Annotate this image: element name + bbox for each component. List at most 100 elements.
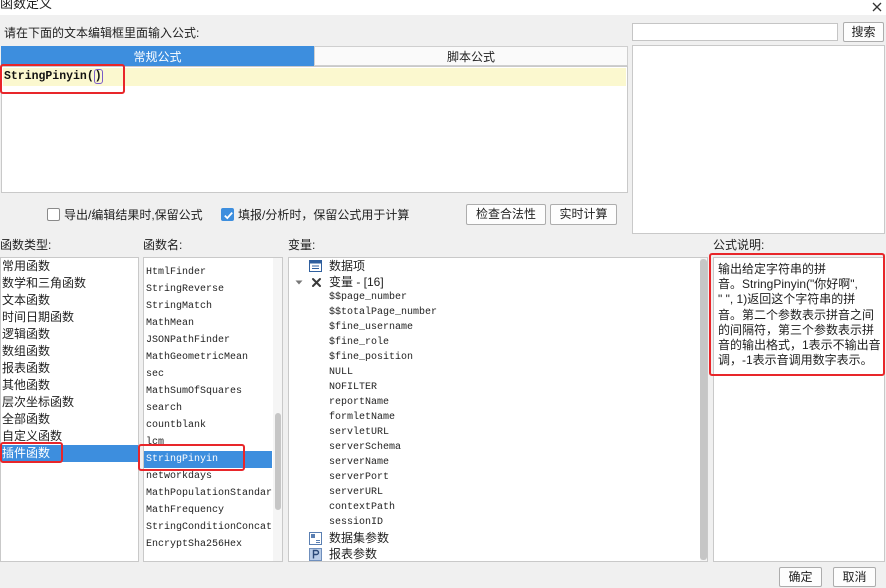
search-results-panel[interactable] (632, 45, 885, 234)
variable-name: $$page_number (329, 292, 408, 303)
realtime-calc-button[interactable]: 实时计算 (550, 204, 617, 225)
function-name-item[interactable]: JSONPathFinder (144, 332, 272, 349)
function-type-item[interactable]: 自定义函数 (1, 428, 138, 445)
variable-name: $fine_role (329, 337, 390, 348)
function-name-item[interactable]: HtmlFinder (144, 264, 272, 281)
variable-name: $fine_username (329, 322, 414, 333)
function-name-item[interactable]: EncryptSha256Hex (144, 536, 272, 553)
description-line: 输出给定字符串的拼 (718, 262, 827, 276)
function-name-item[interactable]: StringMatch (144, 298, 272, 315)
function-name-item[interactable]: sec (144, 366, 272, 383)
tree-node-report-params[interactable]: 报表参数 (289, 546, 707, 561)
tree-node-label: 报表参数 (329, 547, 378, 561)
tree-node-variables[interactable]: 变量 - [16] (289, 274, 707, 290)
function-type-item[interactable]: 时间日期函数 (1, 309, 138, 326)
description-line: 音的输出格式，1表示不输出音 (718, 337, 881, 352)
function-type-item[interactable]: 报表函数 (1, 360, 138, 377)
tree-node-label: 数据集参数 (329, 531, 390, 545)
function-name-list[interactable]: HtmlFinder StringReverse StringMatch Mat… (143, 257, 283, 562)
dataset-param-icon (309, 532, 322, 545)
function-name-item[interactable]: search (144, 400, 272, 417)
function-name-item[interactable]: MathMean (144, 315, 272, 332)
matched-bracket: ) (93, 69, 103, 84)
close-button[interactable] (869, 0, 885, 13)
variable-item[interactable]: $fine_role (289, 335, 707, 350)
function-name-item[interactable]: MathPopulationStandar (144, 485, 272, 502)
variable-name: NULL (329, 367, 354, 378)
tree-node-label: 变量 - [16] (329, 275, 384, 289)
formula-text[interactable]: StringPinyin() (4, 68, 103, 86)
keep-formula-export-checkbox[interactable] (47, 208, 60, 221)
formula-code: StringPinyin( (4, 70, 94, 83)
variables-scrollbar[interactable] (700, 258, 707, 561)
function-type-item[interactable]: 全部函数 (1, 411, 138, 428)
function-type-item[interactable]: 常用函数 (1, 258, 138, 275)
function-name-items: HtmlFinder StringReverse StringMatch Mat… (144, 264, 272, 553)
cancel-button[interactable]: 取消 (833, 567, 876, 587)
variable-item[interactable]: serverName (289, 455, 707, 470)
formula-description-text: 输出给定字符串的拼 音。StringPinyin("你好啊", " ", 1)返… (718, 262, 882, 368)
description-line: 音。StringPinyin("你好啊", (718, 277, 858, 292)
chevron-down-icon[interactable] (295, 280, 303, 285)
tree-node-dataset-params[interactable]: 数据集参数 (289, 530, 707, 546)
variable-item[interactable]: reportName (289, 395, 707, 410)
variable-name: serverPort (329, 472, 390, 483)
check-icon (224, 212, 233, 220)
check-validity-button[interactable]: 检查合法性 (466, 204, 546, 225)
variable-name: $fine_position (329, 352, 414, 363)
scrollbar-thumb[interactable] (700, 259, 707, 560)
function-name-heading: 函数名: (143, 238, 183, 252)
variable-item[interactable]: formletName (289, 410, 707, 425)
function-type-item[interactable]: 文本函数 (1, 292, 138, 309)
formula-editor[interactable]: StringPinyin() (1, 66, 628, 193)
function-name-item[interactable]: MathFrequency (144, 502, 272, 519)
function-type-item[interactable]: 数学和三角函数 (1, 275, 138, 292)
variable-item[interactable]: $fine_username (289, 320, 707, 335)
variable-item[interactable]: sessionID (289, 515, 707, 530)
function-name-item[interactable]: networkdays (144, 468, 272, 485)
keep-formula-fill-label[interactable]: 填报/分析时，保留公式用于计算 (238, 208, 409, 222)
variable-item[interactable]: $$page_number (289, 290, 707, 305)
variable-icon (311, 277, 322, 288)
variable-item[interactable]: NOFILTER (289, 380, 707, 395)
variable-item[interactable]: serverSchema (289, 440, 707, 455)
variable-name: $$totalPage_number (329, 307, 438, 318)
tab-script-formula[interactable]: 脚本公式 (314, 46, 628, 66)
keep-formula-export-label[interactable]: 导出/编辑结果时,保留公式 (64, 208, 203, 222)
variable-item[interactable]: $fine_position (289, 350, 707, 365)
tree-node-label: 数据项 (329, 259, 366, 273)
variable-item[interactable]: servletURL (289, 425, 707, 440)
variable-name: serverName (329, 457, 390, 468)
scrollbar-thumb[interactable] (275, 413, 281, 510)
tab-regular-formula[interactable]: 常规公式 (1, 46, 314, 66)
tree-node-data-items[interactable]: 数据项 (289, 258, 707, 274)
keep-formula-fill-checkbox[interactable] (221, 208, 234, 221)
function-type-item[interactable]: 其他函数 (1, 377, 138, 394)
function-type-item[interactable]: 逻辑函数 (1, 326, 138, 343)
function-type-list[interactable]: 常用函数 数学和三角函数 文本函数 时间日期函数 逻辑函数 数组函数 报表函数 … (0, 257, 139, 562)
function-name-item[interactable]: StringConditionConcat (144, 519, 272, 536)
variable-item[interactable]: serverPort (289, 470, 707, 485)
function-type-item[interactable]: 层次坐标函数 (1, 394, 138, 411)
function-type-item-plugin[interactable]: 插件函数 (1, 445, 138, 462)
description-line: 音。第二个参数表示拼音之间 (718, 307, 875, 322)
formula-tabs: 常规公式 脚本公式 (1, 46, 628, 66)
ok-button[interactable]: 确定 (779, 567, 822, 587)
function-name-item[interactable]: countblank (144, 417, 272, 434)
function-name-scrollbar[interactable] (273, 258, 282, 561)
prompt-text: 请在下面的文本编辑框里面输入公式: (4, 26, 200, 40)
variable-item[interactable]: contextPath (289, 500, 707, 515)
function-name-item[interactable]: MathSumOfSquares (144, 383, 272, 400)
function-name-item[interactable]: StringReverse (144, 281, 272, 298)
variable-item[interactable]: $$totalPage_number (289, 305, 707, 320)
function-name-item[interactable]: lcm (144, 434, 272, 451)
variables-tree[interactable]: 数据项 变量 - [16] $$page_number $$totalPage_… (288, 257, 708, 562)
function-name-item-string-pinyin[interactable]: StringPinyin (144, 451, 272, 468)
variable-item[interactable]: serverURL (289, 485, 707, 500)
function-name-item[interactable]: MathGeometricMean (144, 349, 272, 366)
search-input[interactable] (632, 23, 838, 41)
variable-item[interactable]: NULL (289, 365, 707, 380)
search-button[interactable]: 搜索 (843, 22, 884, 42)
function-type-item[interactable]: 数组函数 (1, 343, 138, 360)
description-line: 的间隔符，第三个参数表示拼 (718, 322, 875, 337)
